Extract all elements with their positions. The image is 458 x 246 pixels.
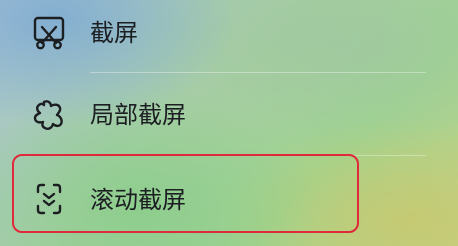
menu-item-partial-screenshot[interactable]: 局部截屏: [0, 78, 458, 154]
highlight-box: [12, 154, 359, 233]
menu-item-label: 截屏: [90, 19, 138, 47]
screenshot-menu: 截屏 局部截屏 滚动截屏: [0, 0, 458, 246]
menu-item-screenshot[interactable]: 截屏: [0, 0, 458, 76]
divider: [90, 72, 426, 73]
menu-item-label: 局部截屏: [90, 101, 186, 129]
partial-screenshot-blob-icon: [30, 96, 68, 134]
screenshot-scissors-icon: [30, 14, 68, 52]
